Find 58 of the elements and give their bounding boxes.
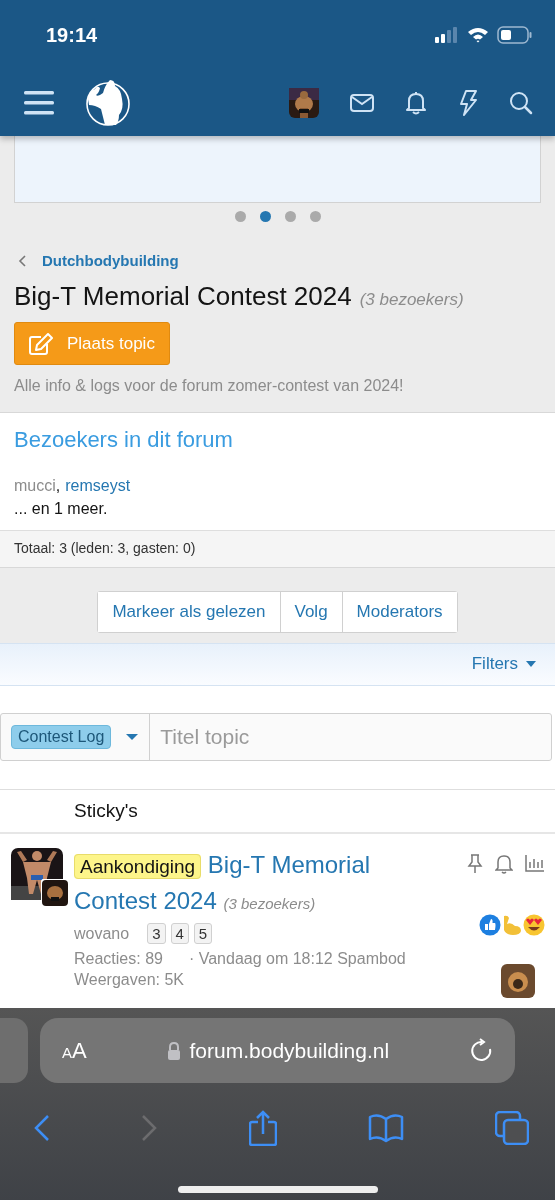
prefix-dropdown[interactable]: Contest Log [1,714,151,761]
separator-text: , [55,477,61,494]
bar-chart-icon [525,854,545,872]
battery-icon [497,26,533,44]
mail-icon[interactable] [350,94,374,112]
visitor-count: (3 bezoekers) [223,895,316,912]
prefix-label: Aankondiging [74,854,202,879]
address-bar[interactable]: AA forum.bodybuilding.nl [40,1018,515,1083]
breadcrumb-link[interactable]: Dutchbodybuilding [42,252,179,269]
user-name[interactable]: mucci [14,477,56,494]
forum-title: Big-T Memorial Contest 2024 [14,281,352,312]
text-size-button[interactable]: AA [62,1037,87,1064]
flexed-arm-icon [501,914,523,936]
caret-icon [125,733,140,742]
view-count: Weergaven: 5K [74,971,185,989]
filters-button[interactable]: Filters [471,654,537,675]
back-icon[interactable] [34,1114,50,1142]
menu-icon[interactable] [23,90,55,116]
wifi-icon [467,27,489,43]
bell-icon [495,854,513,874]
visitor-total: Totaal: 3 (leden: 3, gasten: 0) [0,530,555,567]
search-icon[interactable] [509,91,533,115]
section-title: Sticky's [74,799,138,822]
bookmarks-icon[interactable] [367,1113,404,1143]
reload-icon[interactable] [469,1037,493,1064]
carousel-dot[interactable] [259,211,271,222]
page-link[interactable]: 3 [147,923,166,944]
page-link[interactable]: 5 [193,923,213,944]
lightning-icon[interactable] [458,90,478,116]
share-icon[interactable] [248,1110,277,1146]
visitor-count: (3 bezoekers) [359,290,464,310]
carousel-dot[interactable] [284,211,296,222]
carousel-dot[interactable] [234,211,246,222]
panel-title: Bezoekers in dit forum [13,426,234,453]
status-time: 19:14 [46,23,98,47]
author-name[interactable]: wovano [74,924,130,943]
like-icon [479,914,501,936]
logo-icon[interactable] [83,79,131,127]
url-text: forum.bodybuilding.nl [189,1038,390,1063]
last-post-info[interactable]: · Vandaag om 18:12 Spambod [188,950,406,968]
edit-icon [29,332,53,355]
lock-icon [166,1041,181,1060]
forum-description: Alle info & logs voor de forum zomer-contest van 2024! [14,377,405,395]
user-link[interactable]: remseyst [65,477,131,494]
page-link[interactable]: 4 [170,923,189,944]
reply-count: Reacties: 89 [74,950,163,968]
carousel-dot[interactable] [309,211,321,222]
more-visitors-text: ... en 1 meer. [13,499,109,519]
caret-icon [525,660,537,669]
bell-icon[interactable] [405,91,427,115]
thread-title-link[interactable]: Aankondiging Big-T Memorial Contest 2024 (3 bezoekers) [74,848,446,921]
action-button[interactable]: Moderators [341,591,457,632]
new-topic-field[interactable]: Contest Log Titel topic [0,713,552,762]
pin-icon [467,854,483,874]
tabs-icon[interactable] [495,1111,529,1145]
chevron-left-icon[interactable] [18,254,26,267]
signal-icon [435,27,459,43]
heart-eyes-emoji-icon [523,914,545,936]
